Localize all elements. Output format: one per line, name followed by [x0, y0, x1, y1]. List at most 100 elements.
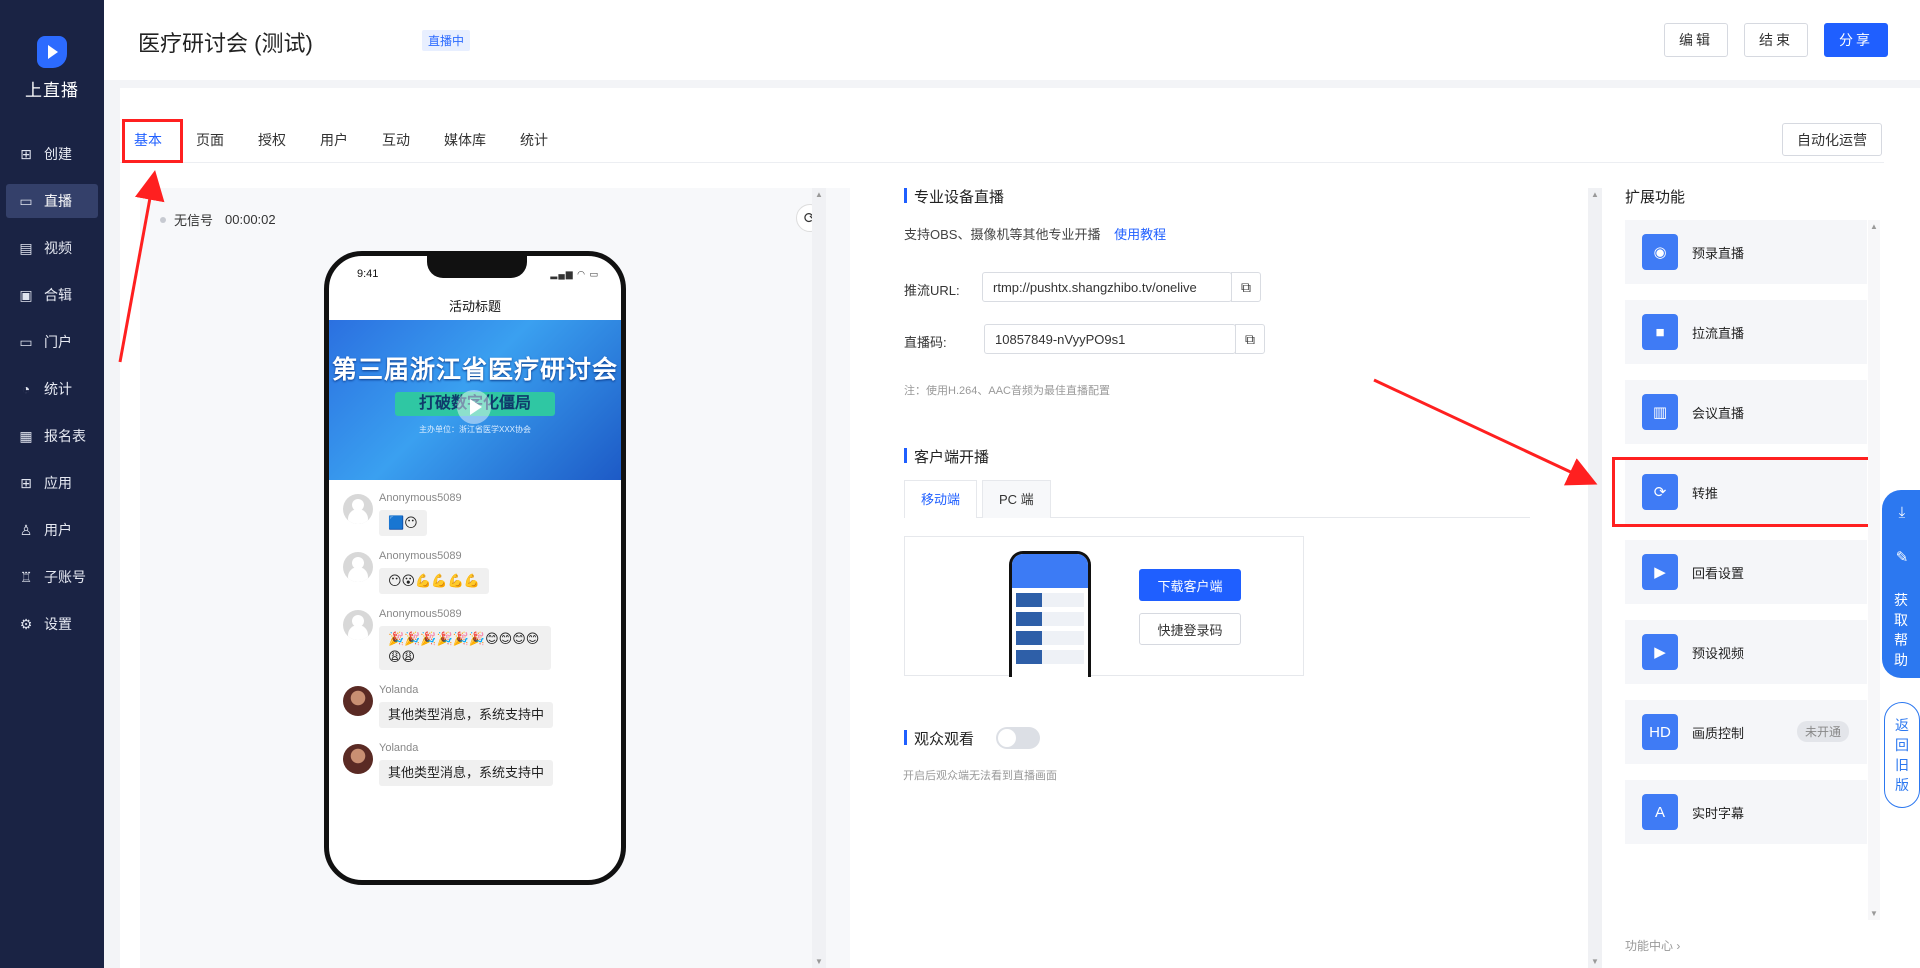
- sidebar-item-2[interactable]: ▭ 直播: [6, 184, 98, 218]
- event-banner[interactable]: 第三届浙江省医疗研讨会 打破数字化僵局 主办单位：浙江省医学XXX协会: [329, 320, 621, 480]
- chat-message: Yolanda 其他类型消息，系统支持中: [329, 742, 621, 800]
- stream-key-field[interactable]: 10857849-nVyyPO9s1: [984, 324, 1236, 354]
- quick-login-button[interactable]: 快捷登录码: [1139, 613, 1241, 645]
- extension-item-7[interactable]: HD 画质控制 未开通: [1625, 700, 1867, 764]
- copy-icon[interactable]: ⧉: [1231, 272, 1261, 302]
- sub-account-icon: ♖: [19, 568, 33, 585]
- extension-item-8[interactable]: A 实时字幕: [1625, 780, 1867, 844]
- client-download-box: 下载客户端 快捷登录码: [904, 536, 1304, 677]
- tab-bar: 基本 页面 授权 用户 互动 媒体库 统计: [120, 118, 548, 162]
- sidebar-item-11[interactable]: ⚙ 设置: [6, 607, 98, 641]
- client-tabs: 移动端 PC 端: [904, 480, 1530, 518]
- tab-pc[interactable]: PC 端: [982, 480, 1051, 518]
- extensions-list: ◉ 预录直播 ■ 拉流直播 ▥ 会议直播 ⟳ 转推 ▶ 回看设置 ▶ 预设视频 HD 画质控制 未开通 A 实时…: [1625, 220, 1867, 860]
- end-button[interactable]: 结束: [1744, 23, 1808, 57]
- download-client-button[interactable]: 下载客户端: [1139, 569, 1241, 601]
- sidebar-item-label: 视频: [44, 240, 72, 256]
- extension-item-1[interactable]: ◉ 预录直播: [1625, 220, 1867, 284]
- subtitle-icon: A: [1642, 794, 1678, 830]
- live-preview: 无信号 00:00:02 ⟳ 9:41 ▂▄▆ ◠ ▭ 活动标题 第三届浙江省医…: [140, 188, 850, 968]
- extension-label: 实时字幕: [1692, 805, 1745, 821]
- tab-7[interactable]: 统计: [520, 118, 548, 162]
- pro-device-note: 注：使用H.264、AAC音频为最佳直播配置: [904, 385, 1110, 397]
- tab-5[interactable]: 互动: [382, 118, 410, 162]
- pro-device-title: 专业设备直播: [904, 186, 1004, 207]
- feedback-icon[interactable]: ✎: [1893, 548, 1911, 566]
- sidebar-item-7[interactable]: ▦ 报名表: [6, 419, 98, 453]
- apps-grid-icon: ⊞: [20, 474, 32, 491]
- page-header: 医疗研讨会 (测试) 直播中 编辑 结束 分享: [104, 0, 1920, 80]
- tab-1[interactable]: 基本: [134, 118, 162, 162]
- tab-6[interactable]: 媒体库: [444, 118, 486, 162]
- banner-small-text: 主办单位：浙江省医学XXX协会: [418, 425, 531, 434]
- phone-status-icons: ▂▄▆ ◠ ▭: [550, 269, 599, 279]
- sidebar-item-4[interactable]: ▣ 合辑: [6, 278, 98, 312]
- chat-bubble: 🟦😶: [379, 510, 427, 536]
- tutorial-link[interactable]: 使用教程: [1114, 227, 1166, 242]
- audience-note: 开启后观众端无法看到直播画面: [903, 770, 1057, 782]
- sidebar-item-9[interactable]: ♙ 用户: [6, 513, 98, 547]
- middle-scrollbar[interactable]: ▲ ▼: [1588, 188, 1602, 968]
- tab-4[interactable]: 用户: [320, 118, 348, 162]
- relay-icon: ⟳: [1642, 474, 1678, 510]
- signal-status: 无信号 00:00:02: [160, 210, 276, 229]
- extension-item-5[interactable]: ▶ 回看设置: [1625, 540, 1867, 604]
- phone-notch: [427, 256, 527, 278]
- help-float[interactable]: ⤓ ✎ 获取帮助: [1882, 490, 1920, 678]
- sidebar-item-1[interactable]: ⊞ 创建: [6, 137, 98, 171]
- banner-title: 第三届浙江省医疗研讨会: [331, 356, 618, 384]
- chat-username: Yolanda: [379, 684, 419, 696]
- sidebar-item-6[interactable]: ◔ 统计: [6, 372, 98, 406]
- plus-square-icon: ⊞: [20, 145, 32, 162]
- avatar: [343, 744, 373, 774]
- sidebar-item-10[interactable]: ♖ 子账号: [6, 560, 98, 594]
- sidebar-item-5[interactable]: ▭ 门户: [6, 325, 98, 359]
- back-old-version-button[interactable]: 返回旧版: [1884, 702, 1920, 808]
- playback-icon: ▶: [1642, 554, 1678, 590]
- chat-bubble: 😶😮💪💪💪💪: [379, 568, 489, 594]
- audience-title: 观众观看: [904, 728, 974, 749]
- audience-toggle[interactable]: [996, 727, 1040, 749]
- sidebar-item-label: 子账号: [44, 569, 86, 585]
- extension-item-2[interactable]: ■ 拉流直播: [1625, 300, 1867, 364]
- tab-3[interactable]: 授权: [258, 118, 286, 162]
- tab-2[interactable]: 页面: [196, 118, 224, 162]
- help-text[interactable]: 获取帮助: [1882, 590, 1920, 670]
- copy-icon[interactable]: ⧉: [1235, 324, 1265, 354]
- chat-username: Anonymous5089: [379, 492, 462, 504]
- tab-divider: [120, 162, 1884, 163]
- sidebar-item-label: 统计: [44, 381, 72, 397]
- sidebar-item-label: 创建: [44, 146, 72, 162]
- extensions-scrollbar[interactable]: ▲ ▼: [1868, 220, 1880, 920]
- play-icon[interactable]: [457, 390, 491, 424]
- sidebar-item-8[interactable]: ⊞ 应用: [6, 466, 98, 500]
- phone-title: 活动标题: [448, 299, 501, 314]
- download-icon[interactable]: ⤓: [1893, 504, 1911, 522]
- logo-text: 上直播: [25, 81, 79, 100]
- edit-button[interactable]: 编辑: [1664, 23, 1728, 57]
- tab-mobile[interactable]: 移动端: [904, 480, 978, 518]
- extension-item-4[interactable]: ⟳ 转推: [1625, 460, 1867, 524]
- preset-video-icon: ▶: [1642, 634, 1678, 670]
- function-center-link[interactable]: 功能中心 ›: [1625, 937, 1680, 954]
- not-enabled-badge: 未开通: [1796, 721, 1849, 742]
- logo[interactable]: 上直播: [0, 36, 104, 101]
- chat-bubble: 其他类型消息，系统支持中: [379, 760, 554, 786]
- avatar: [343, 610, 373, 640]
- collection-icon: ▣: [19, 286, 33, 303]
- sidebar-item-label: 用户: [44, 522, 72, 538]
- camera-pull-icon: ■: [1642, 314, 1678, 350]
- share-button[interactable]: 分享: [1824, 23, 1888, 57]
- sidebar-item-3[interactable]: ▤ 视频: [6, 231, 98, 265]
- form-icon: ▦: [19, 427, 33, 444]
- extension-label: 拉流直播: [1692, 325, 1745, 341]
- extension-item-6[interactable]: ▶ 预设视频: [1625, 620, 1867, 684]
- chat-messages: Anonymous5089 🟦😶 Anonymous5089 😶😮💪💪💪💪 Anonym…: [329, 492, 621, 800]
- preview-scrollbar[interactable]: ▲ ▼: [812, 188, 826, 968]
- extension-item-3[interactable]: ▥ 会议直播: [1625, 380, 1867, 444]
- extension-label: 回看设置: [1692, 565, 1745, 581]
- auto-ops-button[interactable]: 自动化运营: [1782, 123, 1882, 156]
- phone-time: 9:41: [357, 268, 379, 280]
- push-url-field[interactable]: rtmp://pushtx.shangzhibo.tv/onelive: [982, 272, 1232, 302]
- chat-bubble: 🎉🎉🎉🎉🎉🎉😊😊😊😊😩😩: [379, 626, 551, 670]
